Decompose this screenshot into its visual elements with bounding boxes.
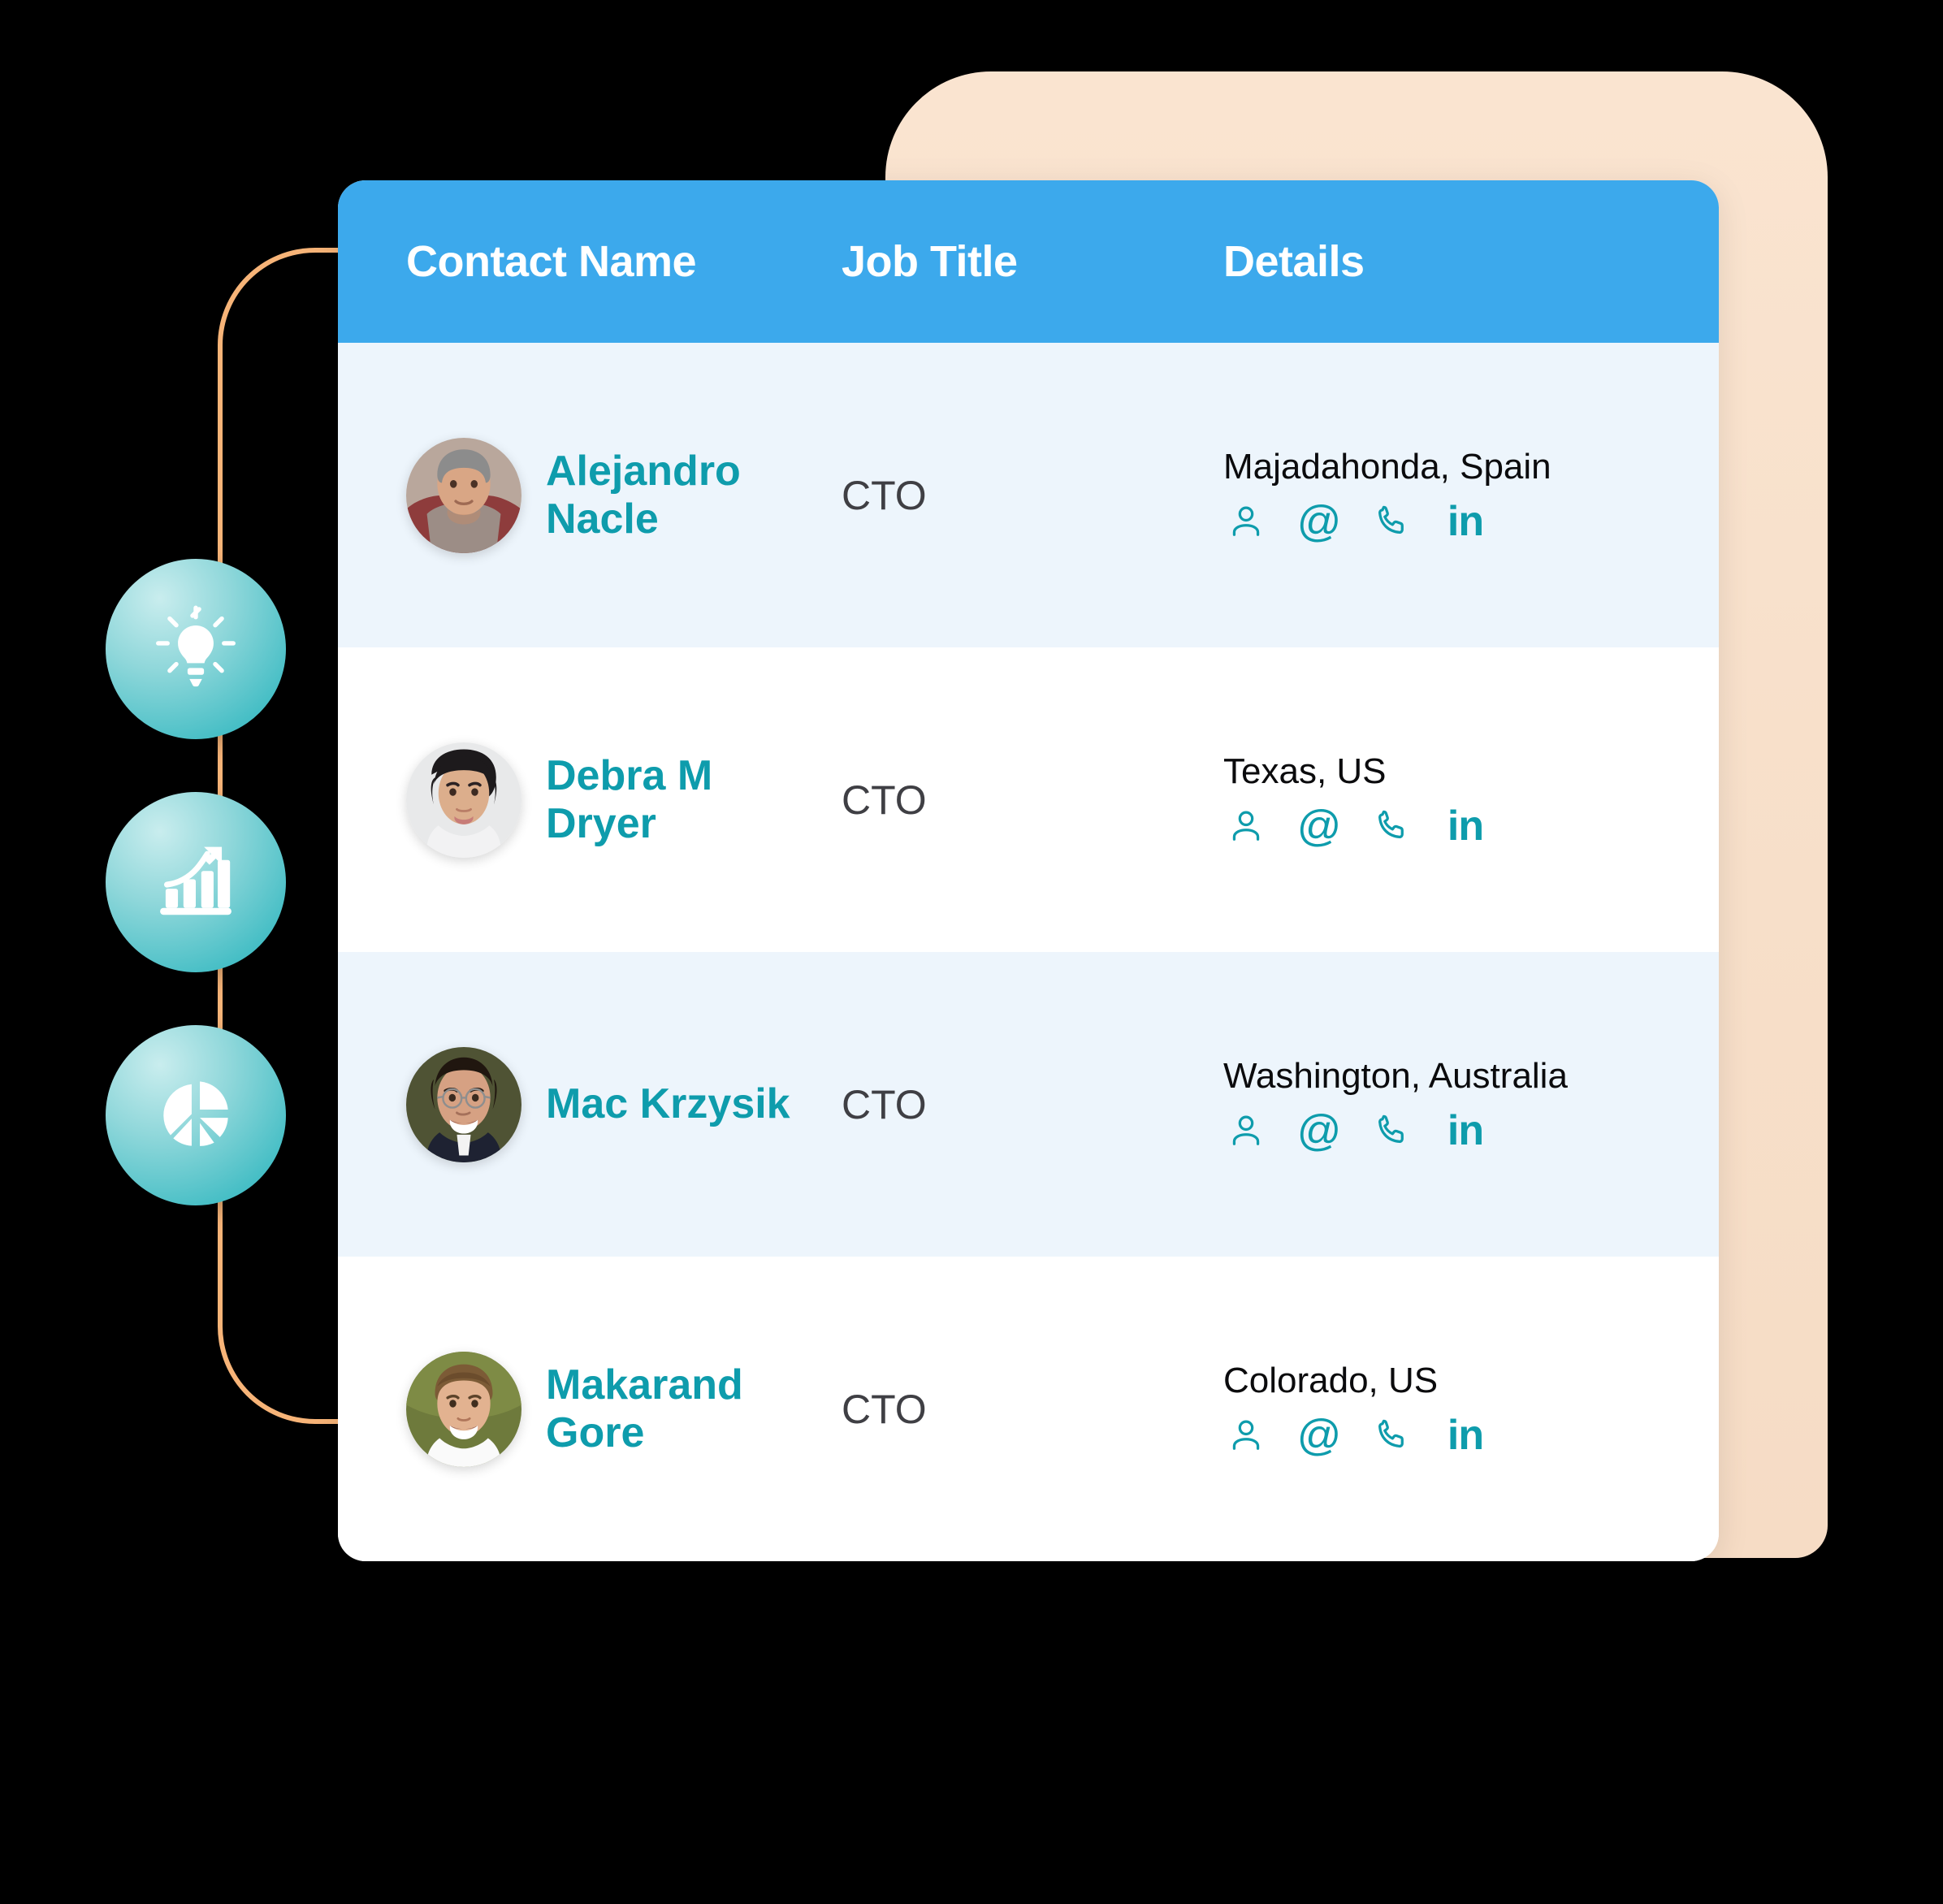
linkedin-icon[interactable]: in — [1443, 499, 1488, 544]
contact-icon[interactable] — [1223, 803, 1269, 849]
location-text: Washington, Australia — [1223, 1055, 1568, 1096]
location-text: Majadahonda, Spain — [1223, 446, 1551, 487]
contact-name-line2: Dryer — [546, 799, 656, 847]
contact-name-line1: Alejandro — [546, 448, 741, 495]
contacts-table-card: Contact Name Job Title Details Alejandro… — [338, 180, 1719, 1561]
detail-actions: @ in — [1223, 1413, 1719, 1458]
table-row[interactable]: Mac Krzysik CTO Washington, Australia @ — [338, 952, 1719, 1257]
contact-name[interactable]: Makarand Gore — [546, 1361, 743, 1456]
table-header-row: Contact Name Job Title Details — [338, 180, 1719, 343]
contact-name-line1: Makarand — [546, 1361, 743, 1409]
contact-name-line1: Debra M — [546, 752, 713, 800]
job-title: CTO — [842, 777, 927, 823]
phone-icon[interactable] — [1370, 499, 1415, 544]
contact-name-cell: Mac Krzysik — [406, 1046, 842, 1162]
table-row[interactable]: Makarand Gore CTO Colorado, US @ in — [338, 1257, 1719, 1561]
table-row[interactable]: Alejandro Nacle CTO Majadahonda, Spain @ — [338, 343, 1719, 647]
linkedin-icon[interactable]: in — [1443, 1108, 1488, 1153]
feature-badge-pie-chart[interactable] — [106, 1025, 286, 1205]
detail-actions: @ in — [1223, 1108, 1719, 1153]
contact-name-line1: Mac Krzysik — [546, 1080, 790, 1128]
location-text: Colorado, US — [1223, 1360, 1439, 1400]
lightbulb-icon — [152, 604, 240, 695]
details-cell: Texas, US @ in — [1207, 751, 1719, 849]
contact-name-line2: Gore — [546, 1409, 645, 1456]
job-title: CTO — [842, 472, 927, 518]
column-header-contact-name: Contact Name — [406, 237, 697, 286]
column-header-job-title: Job Title — [842, 237, 1018, 286]
details-cell: Majadahonda, Spain @ in — [1207, 447, 1719, 544]
email-icon[interactable]: @ — [1296, 499, 1342, 544]
job-title-cell: CTO — [842, 1081, 1207, 1128]
phone-icon[interactable] — [1370, 1413, 1415, 1458]
contact-icon[interactable] — [1223, 1108, 1269, 1153]
feature-badge-growth-chart[interactable] — [106, 792, 286, 972]
column-header-details: Details — [1223, 237, 1365, 286]
detail-actions: @ in — [1223, 499, 1719, 544]
contact-name[interactable]: Alejandro Nacle — [546, 448, 741, 542]
avatar — [406, 437, 521, 553]
page-root: Contact Name Job Title Details Alejandro… — [0, 0, 1943, 1904]
email-icon[interactable]: @ — [1296, 803, 1342, 849]
details-cell: Colorado, US @ in — [1207, 1361, 1719, 1458]
linkedin-icon[interactable]: in — [1443, 803, 1488, 849]
email-icon[interactable]: @ — [1296, 1108, 1342, 1153]
contact-name-cell: Alejandro Nacle — [406, 437, 842, 553]
contact-name[interactable]: Debra M Dryer — [546, 752, 712, 846]
contact-name[interactable]: Mac Krzysik — [546, 1080, 790, 1127]
feature-badge-lightbulb[interactable] — [106, 559, 286, 739]
table-row[interactable]: Debra M Dryer CTO Texas, US @ in — [338, 647, 1719, 952]
location-text: Texas, US — [1223, 751, 1387, 791]
avatar — [406, 742, 521, 858]
avatar — [406, 1046, 521, 1162]
job-title: CTO — [842, 1386, 927, 1432]
email-icon[interactable]: @ — [1296, 1413, 1342, 1458]
contact-name-cell: Makarand Gore — [406, 1351, 842, 1467]
detail-actions: @ in — [1223, 803, 1719, 849]
contact-icon[interactable] — [1223, 1413, 1269, 1458]
contact-icon[interactable] — [1223, 499, 1269, 544]
job-title-cell: CTO — [842, 472, 1207, 519]
pie-chart-icon — [152, 1070, 240, 1162]
job-title-cell: CTO — [842, 1386, 1207, 1433]
linkedin-icon[interactable]: in — [1443, 1413, 1488, 1458]
contact-name-line2: Nacle — [546, 495, 659, 543]
job-title: CTO — [842, 1081, 927, 1127]
bar-chart-growth-icon — [152, 837, 240, 928]
phone-icon[interactable] — [1370, 803, 1415, 849]
job-title-cell: CTO — [842, 777, 1207, 824]
avatar — [406, 1351, 521, 1467]
phone-icon[interactable] — [1370, 1108, 1415, 1153]
details-cell: Washington, Australia @ in — [1207, 1056, 1719, 1153]
contact-name-cell: Debra M Dryer — [406, 742, 842, 858]
